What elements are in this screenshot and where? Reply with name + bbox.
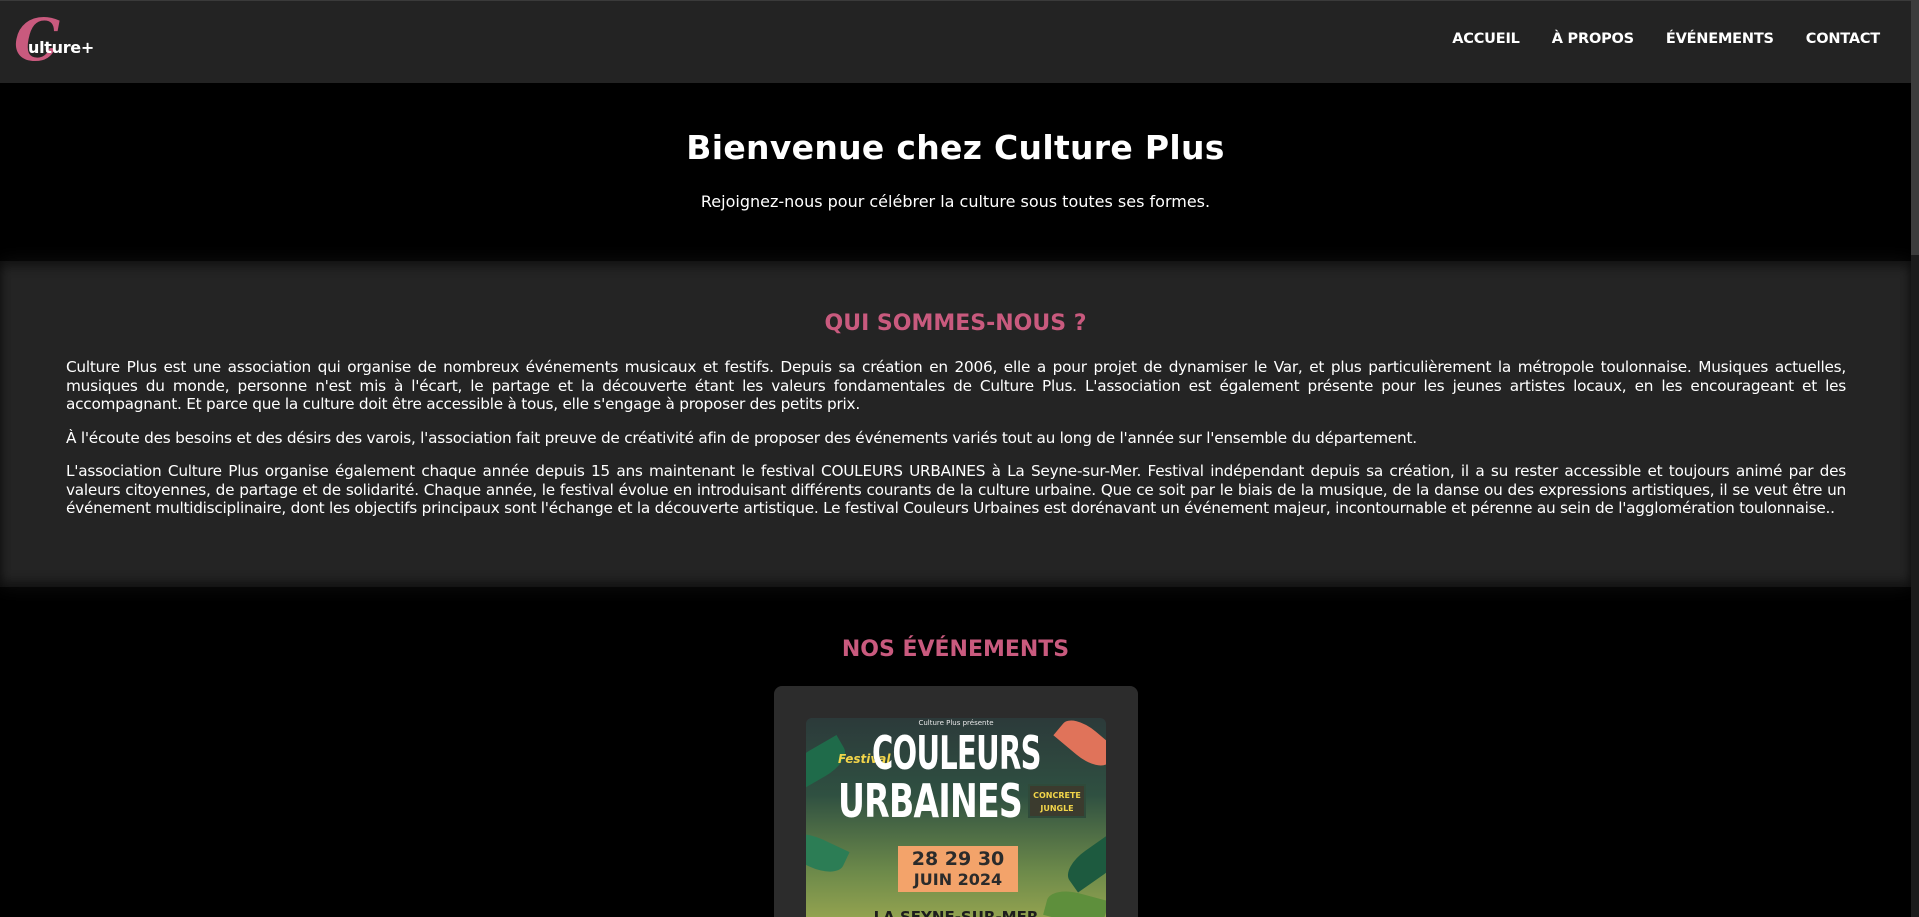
poster-badge: CONCRETE JUNGLE	[1028, 784, 1086, 818]
event-card[interactable]: Culture Plus présente Festival COULEURS …	[774, 686, 1138, 917]
poster-title-line2: URBAINES	[838, 774, 1023, 828]
nav-accueil[interactable]: ACCUEIL	[1452, 31, 1520, 47]
festival-poster[interactable]: Culture Plus présente Festival COULEURS …	[806, 718, 1106, 917]
about-paragraph: Culture Plus est une association qui org…	[66, 358, 1846, 413]
leaf-decoration	[806, 826, 850, 880]
page-scrollbar[interactable]	[1911, 0, 1919, 917]
events-heading: NOS ÉVÉNEMENTS	[841, 637, 1070, 662]
poster-month-year: JUIN 2024	[898, 870, 1018, 892]
events-section: NOS ÉVÉNEMENTS Culture Plus présente Fes…	[0, 587, 1911, 917]
about-heading: QUI SOMMES-NOUS ?	[824, 311, 1087, 336]
about-paragraph: À l'écoute des besoins et des désirs des…	[66, 428, 1417, 447]
hero-title: Bienvenue chez Culture Plus	[686, 128, 1225, 167]
about-body: Culture Plus est une association qui org…	[66, 358, 1846, 533]
leaf-decoration	[1060, 833, 1106, 893]
site-header: C ulture+ ACCUEIL À PROPOS ÉVÉNEMENTS CO…	[0, 0, 1919, 83]
nav-evenements[interactable]: ÉVÉNEMENTS	[1666, 31, 1774, 47]
culture-plus-logo[interactable]: C ulture+	[14, 11, 94, 69]
poster-dates: 28 29 30	[898, 846, 1018, 870]
main-nav: ACCUEIL À PROPOS ÉVÉNEMENTS CONTACT	[1452, 31, 1880, 47]
hero-section: Bienvenue chez Culture Plus Rejoignez-no…	[0, 83, 1911, 261]
about-section: QUI SOMMES-NOUS ? Culture Plus est une a…	[0, 261, 1911, 587]
scrollbar-thumb[interactable]	[1911, 0, 1919, 255]
poster-title-line1: COULEURS	[872, 726, 1041, 780]
logo-text: ulture+	[28, 38, 94, 57]
about-paragraph: L'association Culture Plus organise égal…	[66, 462, 1846, 517]
nav-a-propos[interactable]: À PROPOS	[1552, 31, 1634, 47]
poster-city: LA SEYNE-SUR-MER	[873, 908, 1039, 917]
nav-contact[interactable]: CONTACT	[1806, 31, 1880, 47]
hero-subtitle: Rejoignez-nous pour célébrer la culture …	[700, 192, 1211, 211]
